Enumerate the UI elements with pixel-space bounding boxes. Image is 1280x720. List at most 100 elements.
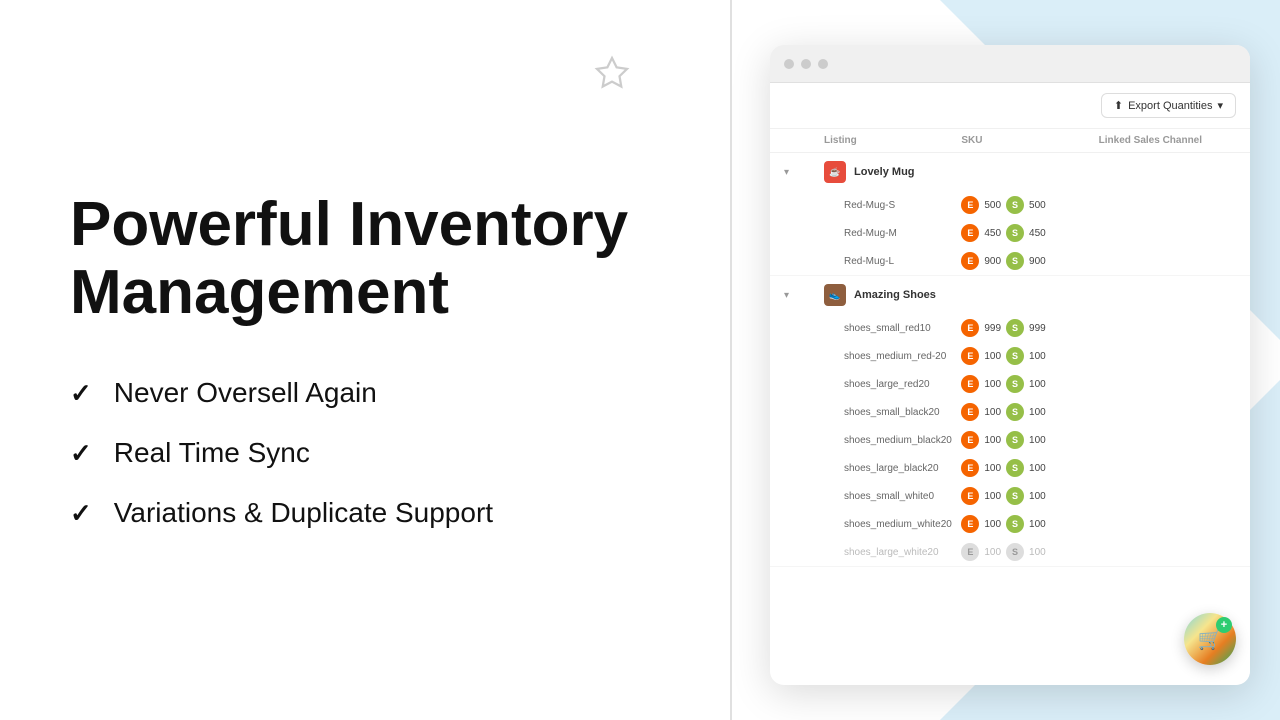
col-header-linked: Linked Sales Channel [1099, 135, 1236, 146]
qty-etsy-p2-v3: 100 [984, 379, 1001, 390]
product-row-1: ▾ ☕ Lovely Mug Red-Mug-S E 500 [770, 153, 1250, 276]
shopify-badge-p2-v3: S [1006, 375, 1024, 393]
etsy-badge-p2-v3: E [961, 375, 979, 393]
sku-p2-v3: shoes_large_red20 [824, 379, 961, 390]
qty-shopify-p2-v8: 100 [1029, 519, 1046, 530]
linked-cell-p1-v2: E 450 S 450 [961, 224, 1098, 242]
product-thumbnail-p2: 👟 [824, 284, 846, 306]
linked-cell-p1-v3: E 900 S 900 [961, 252, 1098, 270]
linked-cell-p2-v6: E 100 S 100 [961, 459, 1098, 477]
etsy-badge-p2-v4: E [961, 403, 979, 421]
features-list: ✓ Never Oversell Again ✓ Real Time Sync … [70, 377, 660, 529]
col-header-sku: SKU [961, 135, 1098, 146]
linked-cell-p2-v2: E 100 S 100 [961, 347, 1098, 365]
table-toolbar: ⬆ Export Quantities ▾ [770, 83, 1250, 129]
feature-text-1: Never Oversell Again [114, 377, 377, 409]
qty-etsy-p2-v1: 999 [984, 323, 1001, 334]
linked-cell-p2-v7: E 100 S 100 [961, 487, 1098, 505]
qty-etsy-p2-v8: 100 [984, 519, 1001, 530]
browser-mockup: ⬆ Export Quantities ▾ Listing SKU Linked… [770, 45, 1250, 685]
product-row-2: ▾ 👟 Amazing Shoes shoes_small_red10 E 99… [770, 276, 1250, 567]
linked-cell-etsy-p1-v1: E 500 S 500 [961, 196, 1098, 214]
shopify-badge-p1-v1: S [1006, 196, 1024, 214]
browser-dot-1 [784, 59, 794, 69]
shopify-badge-p2-v7: S [1006, 487, 1024, 505]
cart-fab-button[interactable]: 🛒 + [1184, 613, 1236, 665]
variant-row-p2-v5: shoes_medium_black20 E 100 S 100 [770, 426, 1250, 454]
etsy-badge-p2-v7: E [961, 487, 979, 505]
sku-p2-v5: shoes_medium_black20 [824, 435, 961, 446]
linked-cell-p2-v9: E 100 S 100 [961, 543, 1098, 561]
variant-row-p2-v4: shoes_small_black20 E 100 S 100 [770, 398, 1250, 426]
etsy-badge-p2-v6: E [961, 459, 979, 477]
export-button-label: Export Quantities [1128, 100, 1212, 112]
variant-row-p2-v8: shoes_medium_white20 E 100 S 100 [770, 510, 1250, 538]
shopify-badge-p1-v3: S [1006, 252, 1024, 270]
qty-etsy-p2-v2: 100 [984, 351, 1001, 362]
browser-content: ⬆ Export Quantities ▾ Listing SKU Linked… [770, 83, 1250, 685]
qty-etsy-p1-v3: 900 [984, 256, 1001, 267]
left-panel: Powerful Inventory Management ✓ Never Ov… [0, 0, 730, 720]
product-info-p1: ☕ Lovely Mug [824, 161, 1236, 183]
qty-shopify-p1-v1: 500 [1029, 200, 1046, 211]
variant-row-p1-v3: Red-Mug-L E 900 S 900 [770, 247, 1250, 275]
qty-shopify-p2-v2: 100 [1029, 351, 1046, 362]
etsy-badge-p2-v5: E [961, 431, 979, 449]
qty-shopify-p2-v6: 100 [1029, 463, 1046, 474]
feature-text-2: Real Time Sync [114, 437, 310, 469]
etsy-badge-p2-v2: E [961, 347, 979, 365]
product-name-p1: Lovely Mug [854, 166, 915, 178]
qty-shopify-p2-v9: 100 [1029, 547, 1046, 558]
export-icon: ⬆ [1114, 99, 1123, 112]
checkmark-icon-3: ✓ [70, 498, 92, 529]
product-info-p2: 👟 Amazing Shoes [824, 284, 1236, 306]
variant-row-p1-v2: Red-Mug-M E 450 S 450 [770, 219, 1250, 247]
shopify-badge-p1-v2: S [1006, 224, 1024, 242]
sku-p1-v3: Red-Mug-L [824, 256, 961, 267]
product-thumbnail-p1: ☕ [824, 161, 846, 183]
checkmark-icon-1: ✓ [70, 378, 92, 409]
shopify-badge-p2-v5: S [1006, 431, 1024, 449]
col-header-expand [784, 135, 824, 146]
shopify-badge-p2-v9: S [1006, 543, 1024, 561]
linked-cell-p2-v1: E 999 S 999 [961, 319, 1098, 337]
shopify-badge-p2-v4: S [1006, 403, 1024, 421]
table-header: Listing SKU Linked Sales Channel [770, 129, 1250, 153]
feature-item-3: ✓ Variations & Duplicate Support [70, 497, 660, 529]
feature-item-1: ✓ Never Oversell Again [70, 377, 660, 409]
shopify-badge-p2-v1: S [1006, 319, 1024, 337]
etsy-badge-p2-v8: E [961, 515, 979, 533]
variant-row-p1-v1: Red-Mug-S E 500 S 500 [770, 191, 1250, 219]
expand-icon-p2[interactable]: ▾ [784, 290, 824, 301]
sku-p2-v7: shoes_small_white0 [824, 491, 961, 502]
export-dropdown-arrow: ▾ [1217, 99, 1223, 112]
export-quantities-button[interactable]: ⬆ Export Quantities ▾ [1101, 93, 1236, 118]
linked-cell-p2-v4: E 100 S 100 [961, 403, 1098, 421]
variant-row-p2-v6: shoes_large_black20 E 100 S 100 [770, 454, 1250, 482]
qty-shopify-p2-v7: 100 [1029, 491, 1046, 502]
shopify-badge-p2-v8: S [1006, 515, 1024, 533]
col-header-listing: Listing [824, 135, 961, 146]
qty-etsy-p2-v5: 100 [984, 435, 1001, 446]
etsy-badge-p1-v1: E [961, 196, 979, 214]
qty-etsy-p2-v9: 100 [984, 547, 1001, 558]
sku-p2-v2: shoes_medium_red-20 [824, 351, 961, 362]
qty-etsy-p2-v7: 100 [984, 491, 1001, 502]
shopify-badge-p2-v2: S [1006, 347, 1024, 365]
feature-text-3: Variations & Duplicate Support [114, 497, 493, 529]
qty-etsy-p2-v4: 100 [984, 407, 1001, 418]
browser-titlebar [770, 45, 1250, 83]
qty-shopify-p1-v2: 450 [1029, 228, 1046, 239]
variant-row-p2-v7: shoes_small_white0 E 100 S 100 [770, 482, 1250, 510]
sku-p2-v9: shoes_large_white20 [824, 547, 961, 558]
qty-etsy-p2-v6: 100 [984, 463, 1001, 474]
variant-row-p2-v3: shoes_large_red20 E 100 S 100 [770, 370, 1250, 398]
linked-cell-p2-v8: E 100 S 100 [961, 515, 1098, 533]
expand-icon-p1[interactable]: ▾ [784, 167, 824, 178]
sku-p1-v1: Red-Mug-S [824, 200, 961, 211]
linked-cell-p2-v3: E 100 S 100 [961, 375, 1098, 393]
qty-shopify-p2-v3: 100 [1029, 379, 1046, 390]
qty-shopify-p2-v4: 100 [1029, 407, 1046, 418]
variant-row-p2-v2: shoes_medium_red-20 E 100 S 100 [770, 342, 1250, 370]
feature-item-2: ✓ Real Time Sync [70, 437, 660, 469]
